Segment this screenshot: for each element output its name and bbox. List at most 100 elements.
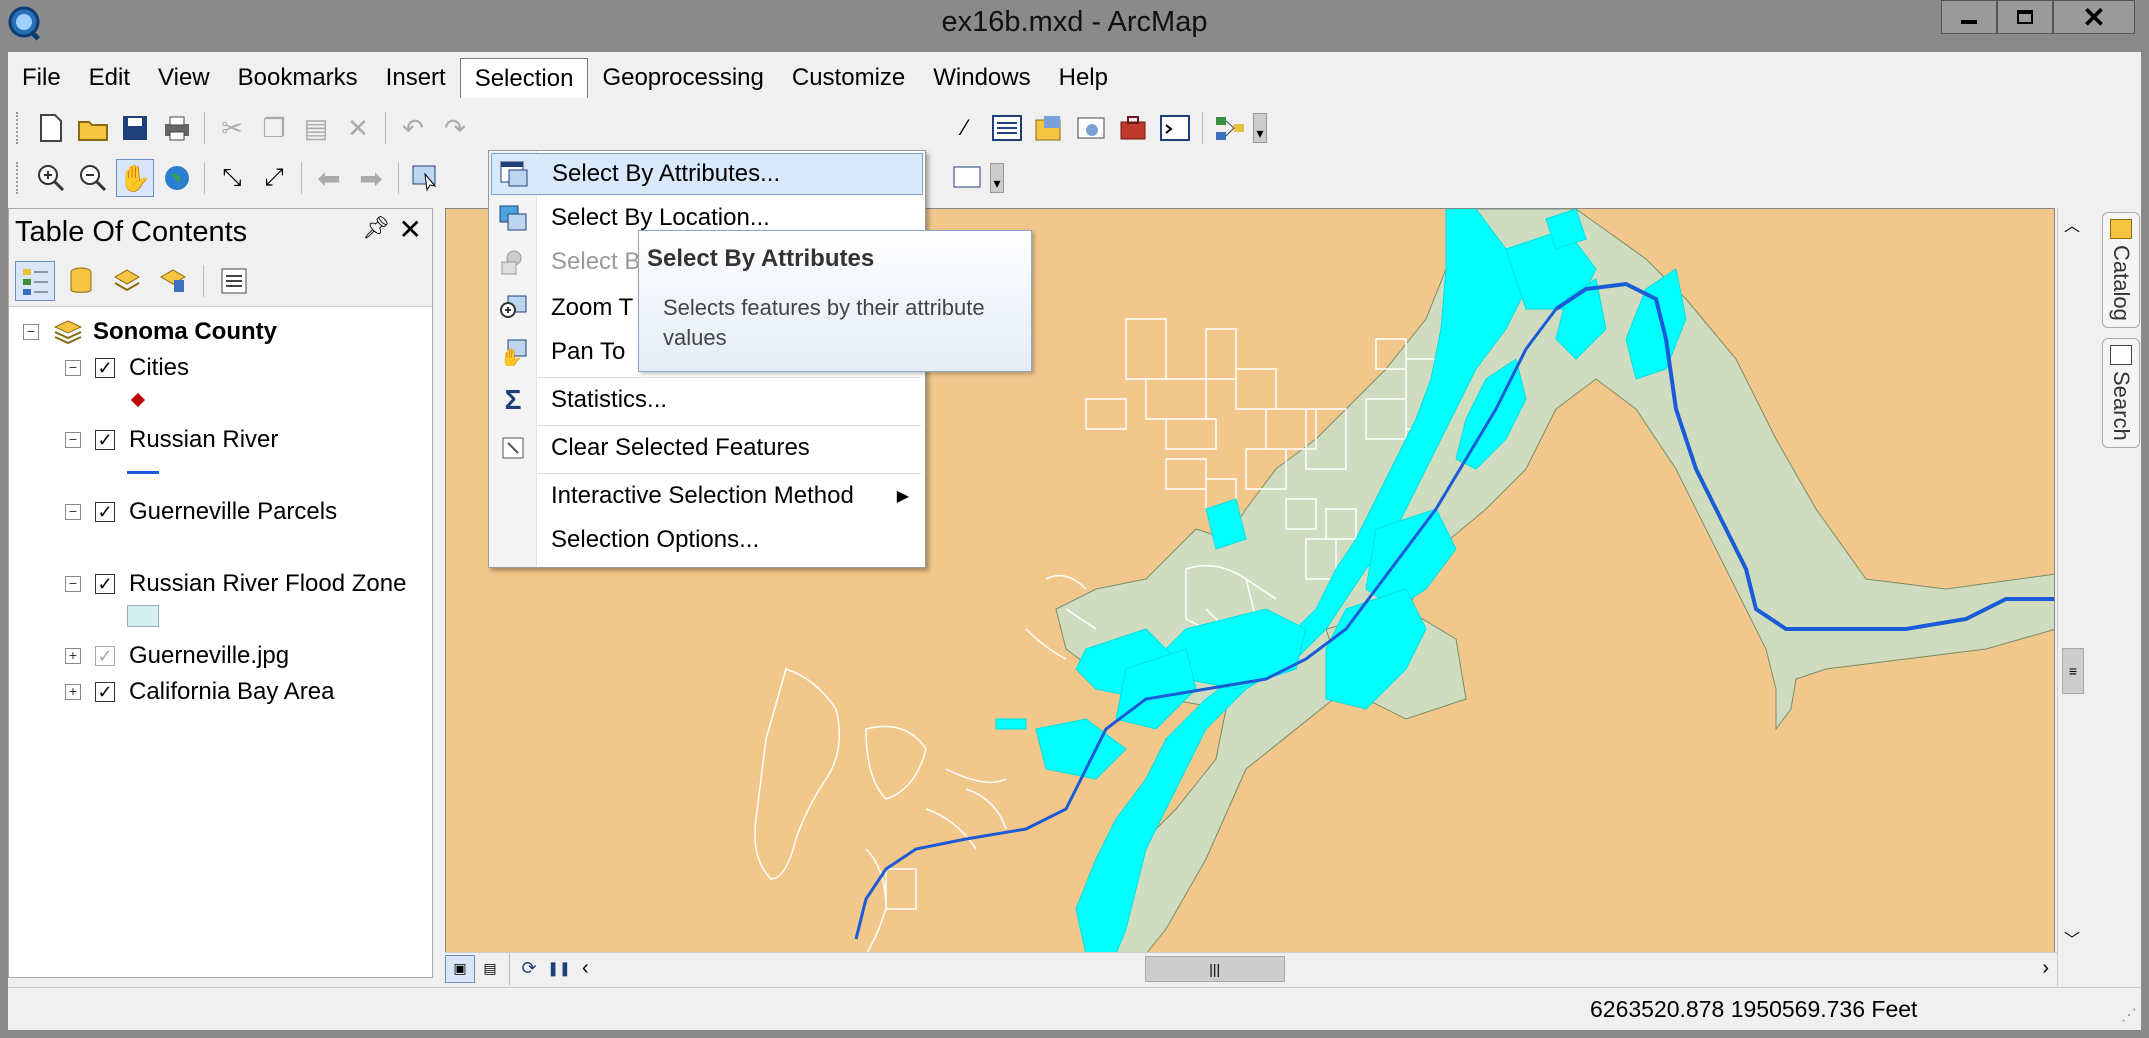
arctoolbox-button[interactable] xyxy=(1114,109,1152,147)
menu-windows[interactable]: Windows xyxy=(919,58,1044,98)
python-window-button[interactable] xyxy=(1156,109,1194,147)
maximize-button[interactable] xyxy=(1997,0,2053,34)
data-frame-row[interactable]: − Sonoma County xyxy=(23,315,277,349)
search-window-button[interactable] xyxy=(1072,109,1110,147)
scroll-right-arrow[interactable]: › xyxy=(2042,957,2049,980)
menu-insert[interactable]: Insert xyxy=(372,58,460,98)
toc-options-button[interactable] xyxy=(214,261,254,301)
select-by-attributes-icon xyxy=(492,160,536,188)
vertical-scroll-thumb[interactable]: ≡ xyxy=(2062,648,2084,694)
legend-symbol-flood-zone[interactable] xyxy=(127,599,159,633)
layer-row-california-bay-area[interactable]: + ✓ California Bay Area xyxy=(65,675,334,709)
list-by-source-button[interactable] xyxy=(61,261,101,301)
menu-geoprocessing[interactable]: Geoprocessing xyxy=(588,58,777,98)
layer-row-flood-zone[interactable]: − ✓ Russian River Flood Zone xyxy=(65,567,406,601)
full-extent-button[interactable] xyxy=(158,159,196,197)
close-window-button[interactable]: ✕ xyxy=(2053,0,2135,34)
collapse-toggle[interactable]: − xyxy=(65,432,81,448)
legend-symbol-russian-river[interactable] xyxy=(127,455,159,489)
layer-visibility-checkbox[interactable]: ✓ xyxy=(95,502,115,522)
menu-item-statistics[interactable]: Σ Statistics... xyxy=(491,379,923,421)
layout-view-button[interactable]: ▤ xyxy=(475,955,505,983)
list-by-drawing-order-button[interactable] xyxy=(15,260,55,301)
menu-customize[interactable]: Customize xyxy=(778,58,919,98)
cut-button[interactable]: ✂ xyxy=(213,109,251,147)
layer-visibility-checkbox[interactable]: ✓ xyxy=(95,574,115,594)
zoom-out-button[interactable] xyxy=(74,159,112,197)
editor-toolbar-button[interactable]: ⁄ xyxy=(946,109,984,147)
expand-toggle[interactable]: + xyxy=(65,648,81,664)
pan-button[interactable]: ✋ xyxy=(116,159,154,197)
refresh-button[interactable]: ⟳ xyxy=(514,955,544,983)
arrow-right-icon: ➡ xyxy=(359,162,383,194)
delete-button[interactable]: ✕ xyxy=(339,109,377,147)
collapse-toggle[interactable]: − xyxy=(65,360,81,376)
layer-row-cities[interactable]: − ✓ Cities xyxy=(65,351,189,385)
new-document-button[interactable] xyxy=(32,109,70,147)
catalog-tab[interactable]: Catalog xyxy=(2102,212,2140,328)
undo-button[interactable]: ↶ xyxy=(394,109,432,147)
copy-button[interactable]: ❐ xyxy=(255,109,293,147)
layer-row-russian-river[interactable]: − ✓ Russian River xyxy=(65,423,278,457)
paste-button[interactable]: ▤ xyxy=(297,109,335,147)
html-popup-button[interactable] xyxy=(948,159,986,197)
layer-row-guerneville-jpg[interactable]: + ✓ Guerneville.jpg xyxy=(65,639,289,673)
zoom-in-icon xyxy=(38,165,65,192)
menu-file[interactable]: File xyxy=(8,58,75,98)
menu-view[interactable]: View xyxy=(144,58,224,98)
menu-item-clear-selected-features[interactable]: Clear Selected Features xyxy=(491,427,923,469)
open-button[interactable] xyxy=(74,109,112,147)
collapse-toggle[interactable]: − xyxy=(65,504,81,520)
fixed-zoom-out-button[interactable]: ⤢ xyxy=(255,159,293,197)
collapse-toggle[interactable]: − xyxy=(23,324,39,340)
save-button[interactable] xyxy=(116,109,154,147)
expand-toggle[interactable]: + xyxy=(65,684,81,700)
go-forward-extent-button[interactable]: ➡ xyxy=(352,159,390,197)
table-of-contents-button[interactable] xyxy=(988,109,1026,147)
print-button[interactable] xyxy=(158,109,196,147)
scroll-up-arrow[interactable]: ︿ xyxy=(2064,212,2080,236)
toolbar-options-dropdown[interactable]: ▾ xyxy=(1253,113,1267,143)
legend-symbol-cities[interactable] xyxy=(130,383,146,417)
menu-item-select-by-attributes[interactable]: Select By Attributes... xyxy=(491,153,923,195)
menu-edit[interactable]: Edit xyxy=(75,58,144,98)
list-by-visibility-button[interactable] xyxy=(107,261,147,301)
list-by-selection-button[interactable] xyxy=(153,261,193,301)
toolbar-separator xyxy=(398,162,399,194)
zoom-in-button[interactable] xyxy=(32,159,70,197)
layer-visibility-checkbox[interactable]: ✓ xyxy=(95,682,115,702)
layer-visibility-checkbox[interactable]: ✓ xyxy=(95,358,115,378)
toc-header: Table Of Contents 📌︎ ✕ xyxy=(9,209,432,255)
menu-item-selection-options[interactable]: Selection Options... xyxy=(491,519,923,561)
layer-visibility-checkbox[interactable]: ✓ xyxy=(95,430,115,450)
pause-drawing-button[interactable]: ❚❚ xyxy=(544,955,574,983)
flood-zone-polygon xyxy=(1055,209,2054,952)
scroll-left-arrow[interactable]: ‹ xyxy=(582,957,589,980)
modelbuilder-button[interactable] xyxy=(1211,109,1249,147)
horizontal-scroll-thumb[interactable]: ||| xyxy=(1144,955,1285,982)
minimize-button[interactable] xyxy=(1941,0,1997,34)
menu-selection[interactable]: Selection xyxy=(459,58,589,98)
menu-help[interactable]: Help xyxy=(1045,58,1122,98)
menu-bookmarks[interactable]: Bookmarks xyxy=(224,58,372,98)
redo-button[interactable]: ↷ xyxy=(436,109,474,147)
map-vertical-scrollbar[interactable]: ︿ ≡ ﹀ xyxy=(2057,208,2087,998)
pin-icon[interactable]: 📌︎ xyxy=(362,215,390,241)
select-features-button[interactable] xyxy=(407,159,445,197)
toolbar-grip[interactable] xyxy=(16,162,22,194)
toc-close-icon[interactable]: ✕ xyxy=(399,213,422,246)
catalog-button[interactable] xyxy=(1030,109,1068,147)
layer-row-guerneville-parcels[interactable]: − ✓ Guerneville Parcels xyxy=(65,495,337,529)
collapse-toggle[interactable]: − xyxy=(65,576,81,592)
data-view-button[interactable]: ▣ xyxy=(445,954,475,983)
resize-grip-icon[interactable]: ⋰ xyxy=(2121,1005,2137,1025)
go-back-extent-button[interactable]: ⬅ xyxy=(310,159,348,197)
layer-visibility-checkbox[interactable]: ✓ xyxy=(95,646,115,666)
scroll-down-arrow[interactable]: ﹀ xyxy=(2064,926,2080,950)
toolbar-grip[interactable] xyxy=(16,112,22,144)
sigma-icon: Σ xyxy=(504,384,522,415)
menu-item-interactive-selection-method[interactable]: Interactive Selection Method ▶ xyxy=(491,475,923,517)
fixed-zoom-in-button[interactable]: ⤡ xyxy=(213,159,251,197)
search-tab[interactable]: Search xyxy=(2102,337,2140,448)
tools-options-dropdown[interactable]: ▾ xyxy=(990,163,1004,193)
